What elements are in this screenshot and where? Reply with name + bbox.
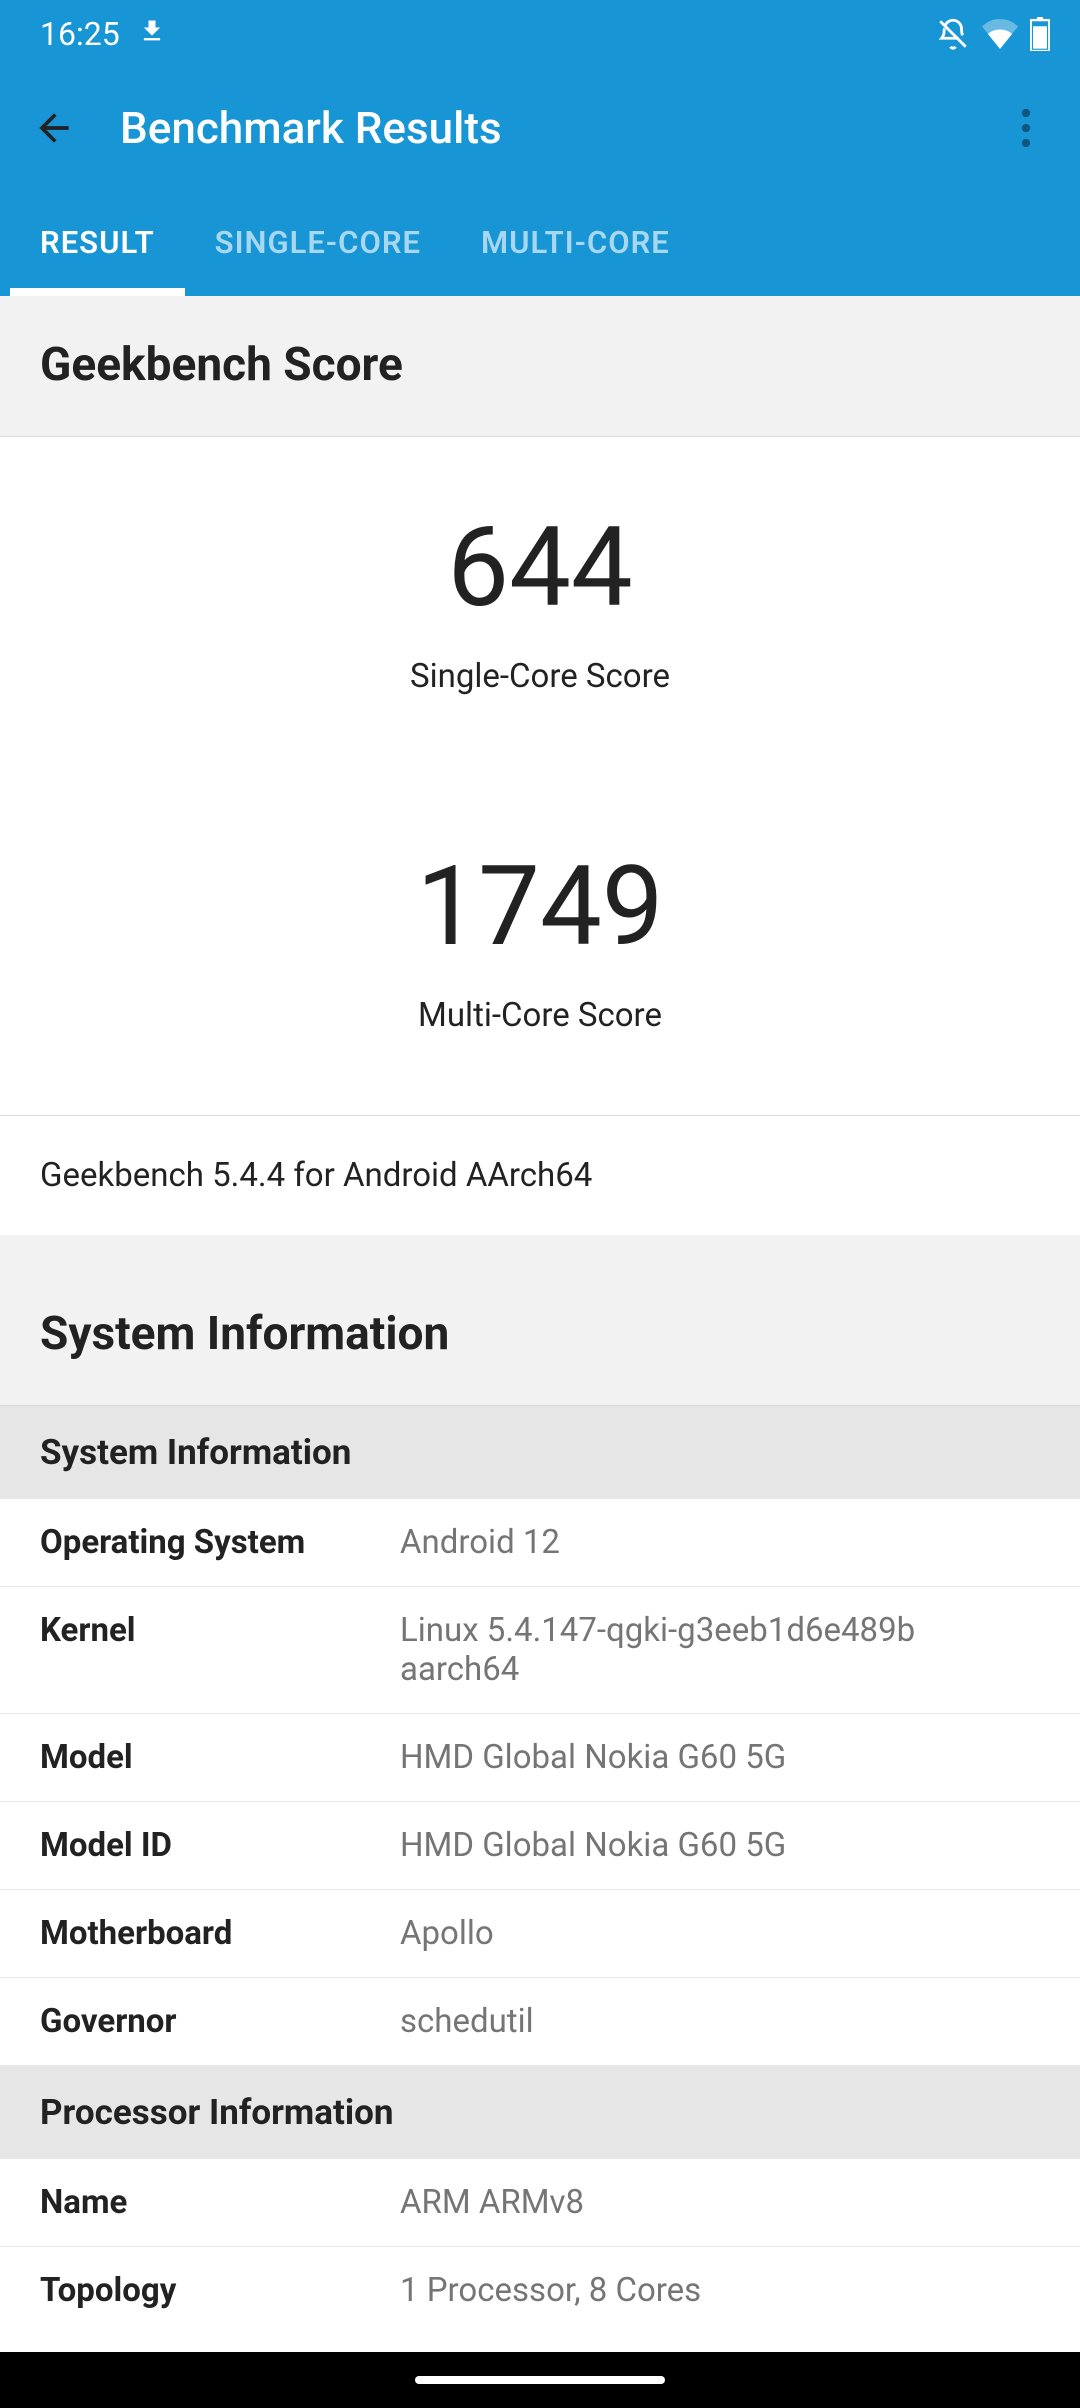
info-label: Kernel <box>40 1611 400 1689</box>
info-value: HMD Global Nokia G60 5G <box>400 1738 1040 1777</box>
multi-core-score-value: 1749 <box>0 776 1080 962</box>
notifications-off-icon <box>936 17 970 51</box>
info-value: ARM ARMv8 <box>400 2183 1040 2222</box>
info-value: Android 12 <box>400 1523 1040 1562</box>
info-row-motherboard: Motherboard Apollo <box>0 1890 1080 1978</box>
single-core-score-value: 644 <box>0 437 1080 623</box>
sysinfo-section-title: System Information <box>40 1307 1040 1361</box>
app-bar: Benchmark Results <box>0 68 1080 188</box>
tab-single-core[interactable]: SINGLE-CORE <box>185 188 451 296</box>
info-row-kernel: Kernel Linux 5.4.147-qgki-g3eeb1d6e489b … <box>0 1587 1080 1714</box>
home-indicator[interactable] <box>415 2376 665 2384</box>
tab-label: SINGLE-CORE <box>215 224 421 261</box>
status-bar: 16:25 <box>0 0 1080 68</box>
info-value: schedutil <box>400 2002 1040 2041</box>
version-row: Geekbench 5.4.4 for Android AArch64 <box>0 1115 1080 1235</box>
sysinfo-section-header: System Information <box>0 1235 1080 1406</box>
more-vert-icon <box>1021 108 1031 148</box>
info-row-os: Operating System Android 12 <box>0 1499 1080 1587</box>
page-title: Benchmark Results <box>120 102 960 154</box>
info-value: Linux 5.4.147-qgki-g3eeb1d6e489b aarch64 <box>400 1611 1040 1689</box>
wifi-icon <box>982 19 1018 49</box>
info-value: 1 Processor, 8 Cores <box>400 2271 1040 2310</box>
info-label: Motherboard <box>40 1914 400 1953</box>
status-time: 16:25 <box>40 15 120 53</box>
info-label: Governor <box>40 2002 400 2041</box>
info-value: Apollo <box>400 1914 1040 1953</box>
info-value: HMD Global Nokia G60 5G <box>400 1826 1040 1865</box>
tab-result[interactable]: RESULT <box>10 188 185 296</box>
procinfo-subheader: Processor Information <box>0 2066 1080 2159</box>
overflow-menu-button[interactable] <box>996 98 1056 158</box>
info-label: Topology <box>40 2271 400 2310</box>
score-section-header: Geekbench Score <box>0 296 1080 437</box>
arrow-left-icon <box>32 106 76 150</box>
nav-bar <box>0 2352 1080 2408</box>
single-core-score-block: 644 Single-Core Score <box>0 437 1080 776</box>
single-core-score-label: Single-Core Score <box>0 623 1080 776</box>
back-button[interactable] <box>24 98 84 158</box>
score-section-title: Geekbench Score <box>40 338 1040 392</box>
multi-core-score-block: 1749 Multi-Core Score <box>0 776 1080 1115</box>
info-row-governor: Governor schedutil <box>0 1978 1080 2066</box>
info-label: Model <box>40 1738 400 1777</box>
multi-core-score-label: Multi-Core Score <box>0 962 1080 1115</box>
tab-multi-core[interactable]: MULTI-CORE <box>451 188 700 296</box>
info-row-topology: Topology 1 Processor, 8 Cores <box>0 2247 1080 2334</box>
info-label: Model ID <box>40 1826 400 1865</box>
content[interactable]: Geekbench Score 644 Single-Core Score 17… <box>0 296 1080 2352</box>
info-row-model: Model HMD Global Nokia G60 5G <box>0 1714 1080 1802</box>
tab-label: MULTI-CORE <box>481 224 670 261</box>
tab-label: RESULT <box>40 224 155 261</box>
sysinfo-subheader: System Information <box>0 1406 1080 1499</box>
tabs: RESULT SINGLE-CORE MULTI-CORE <box>0 188 1080 296</box>
info-label: Name <box>40 2183 400 2222</box>
download-icon <box>138 15 166 53</box>
info-row-proc-name: Name ARM ARMv8 <box>0 2159 1080 2247</box>
info-row-model-id: Model ID HMD Global Nokia G60 5G <box>0 1802 1080 1890</box>
info-label: Operating System <box>40 1523 400 1562</box>
battery-icon <box>1030 17 1050 51</box>
